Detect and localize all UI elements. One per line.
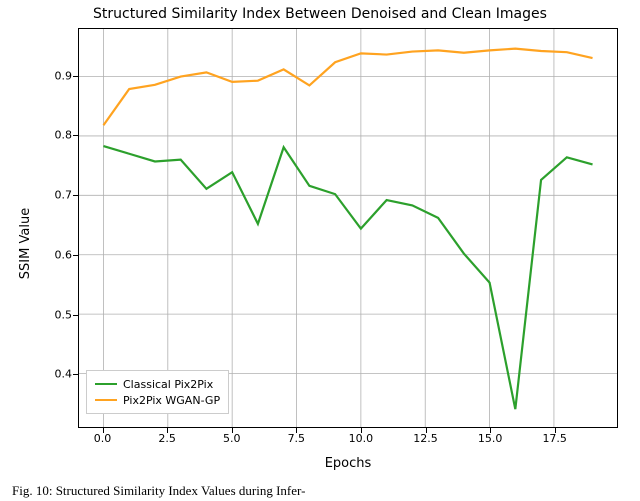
y-axis-label: SSIM Value [18,172,33,243]
x-tick-mark [555,428,556,433]
y-tick-label: 0.9 [32,69,72,82]
legend-swatch-icon [95,399,117,401]
y-tick-label: 0.5 [32,308,72,321]
y-tick-label: 0.7 [32,189,72,202]
legend-swatch-icon [95,383,117,385]
y-tick-label: 0.6 [32,248,72,261]
x-tick-mark [232,428,233,433]
y-tick-mark [73,255,78,256]
y-tick-label: 0.4 [32,368,72,381]
x-tick-mark [103,428,104,433]
y-tick-mark [73,135,78,136]
plot-svg [79,29,617,427]
y-tick-mark [73,76,78,77]
figure-caption: Fig. 10: Structured Similarity Index Val… [12,483,305,499]
plot-area [78,28,618,428]
y-tick-mark [73,374,78,375]
x-tick-label: 17.5 [535,432,575,445]
x-tick-mark [490,428,491,433]
x-tick-label: 10.0 [341,432,381,445]
legend-label: Classical Pix2Pix [123,378,213,391]
x-axis-label: Epochs [78,456,618,471]
x-tick-mark [296,428,297,433]
x-tick-label: 0.0 [83,432,123,445]
y-tick-mark [73,315,78,316]
legend-label: Pix2Pix WGAN-GP [123,394,220,407]
x-tick-label: 12.5 [406,432,446,445]
chart-title: Structured Similarity Index Between Deno… [0,6,640,22]
x-tick-mark [426,428,427,433]
legend: Classical Pix2Pix Pix2Pix WGAN-GP [86,370,229,414]
x-tick-label: 5.0 [212,432,252,445]
x-tick-mark [167,428,168,433]
x-tick-label: 2.5 [147,432,187,445]
x-tick-label: 7.5 [276,432,316,445]
legend-item: Classical Pix2Pix [95,376,220,392]
legend-item: Pix2Pix WGAN-GP [95,392,220,408]
x-tick-label: 15.0 [470,432,510,445]
chart-figure: Structured Similarity Index Between Deno… [0,0,640,501]
y-tick-mark [73,195,78,196]
x-tick-mark [361,428,362,433]
series-line [103,49,592,126]
y-tick-label: 0.8 [32,129,72,142]
